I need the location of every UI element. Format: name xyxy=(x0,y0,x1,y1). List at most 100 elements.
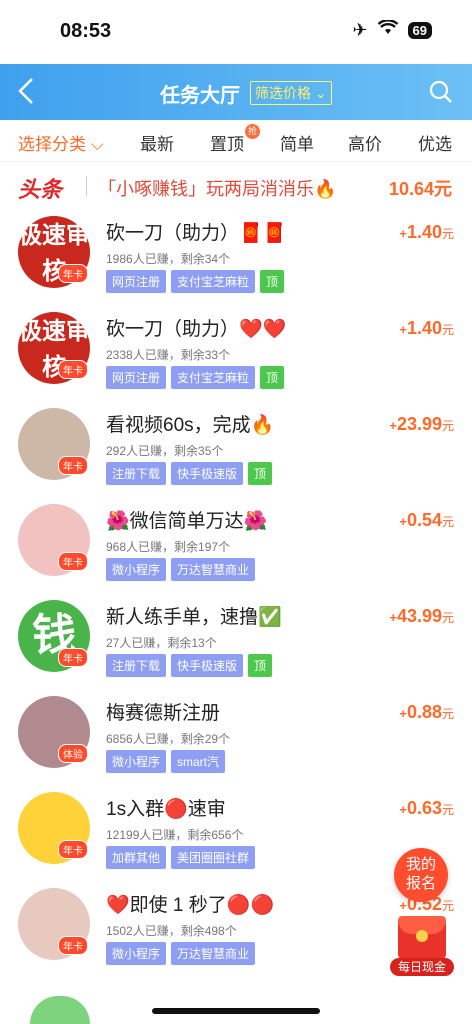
task-item[interactable]: 钱年卡 新人练手单，速撸✅ 27人已赚，剩余13个 注册下载 快手极速版顶 +43.99元 xyxy=(0,592,472,688)
price-prefix: + xyxy=(399,802,407,817)
task-stats: 968人已赚，剩余197个 xyxy=(106,540,231,554)
task-tag: 快手极速版 xyxy=(171,654,244,677)
tab-simple[interactable]: 简单 xyxy=(280,130,314,155)
price-prefix: + xyxy=(399,226,407,241)
avatar-badge: 年卡 xyxy=(58,264,88,283)
tab-category-select[interactable]: 选择分类 ⌵ xyxy=(18,130,104,155)
task-name: 新人练手单，速撸✅ xyxy=(106,607,282,628)
task-stats: 2338人已赚，剩余33个 xyxy=(106,348,231,362)
my-signup-button[interactable]: 我的报名 xyxy=(394,848,448,902)
task-tags: 网页注册 支付宝芝麻粒顶 xyxy=(106,366,285,389)
avatar-badge: 年卡 xyxy=(58,552,88,571)
headline-text: 「小啄赚钱」玩两局消消乐🔥 xyxy=(98,179,337,199)
price-unit: 元 xyxy=(441,707,454,721)
task-name: 1s入群🔴速审 xyxy=(106,799,226,820)
task-price: +0.88元 xyxy=(399,702,454,723)
price-prefix: + xyxy=(399,706,407,721)
task-tag: 支付宝芝麻粒 xyxy=(171,366,256,389)
pinned-tag: 顶 xyxy=(260,270,285,293)
status-icons: ✈ 69 xyxy=(352,19,432,41)
task-stats: 1986人已赚，剩余34个 xyxy=(106,252,231,266)
price-value: 1.40 xyxy=(406,318,442,338)
task-tag: 万达智慧商业 xyxy=(171,942,256,965)
back-icon[interactable] xyxy=(16,76,42,106)
price-filter-label: 筛选价格 xyxy=(255,85,311,101)
avatar-badge: 年卡 xyxy=(58,456,88,475)
home-indicator[interactable] xyxy=(152,1008,320,1014)
price-prefix: + xyxy=(399,898,407,913)
status-time: 08:53 xyxy=(60,20,112,42)
task-stats: 6856人已赚，剩余29个 xyxy=(106,732,231,746)
task-item[interactable]: 极速审核 年卡 砍一刀（助力）❤️❤️ 2338人已赚，剩余33个 网页注册 支付宝芝麻粒… xyxy=(0,304,472,400)
daily-cash-button[interactable]: 每日现金 xyxy=(390,916,454,978)
task-name: 🌺微信简单万达🌺 xyxy=(106,511,268,532)
price-prefix: + xyxy=(389,610,397,625)
task-price: +1.40元 xyxy=(399,222,454,243)
airplane-icon: ✈ xyxy=(352,20,368,40)
tab-preferred[interactable]: 优选 xyxy=(418,130,452,155)
price-prefix: + xyxy=(399,514,407,529)
task-tag: 注册下载 xyxy=(106,654,167,677)
task-tags: 注册下载 快手极速版顶 xyxy=(106,462,273,485)
task-tag: 加群其他 xyxy=(106,846,167,869)
headline-tag: 头条 xyxy=(18,177,63,202)
chevron-down-icon: ⌄ xyxy=(314,85,327,101)
task-tag: 微小程序 xyxy=(106,558,167,581)
task-name: 砍一刀（助力）🧧🧧 xyxy=(106,223,287,244)
nav-header: 任务大厅 筛选价格 ⌄ xyxy=(0,64,472,120)
task-tag: smart汽 xyxy=(171,750,226,773)
task-stats: 292人已赚，剩余35个 xyxy=(106,444,224,458)
battery-indicator: 69 xyxy=(407,22,432,39)
price-value: 0.54 xyxy=(406,510,442,530)
task-tag: 微小程序 xyxy=(106,942,167,965)
task-price: +1.40元 xyxy=(399,318,454,339)
price-prefix: + xyxy=(389,418,397,433)
price-value: 0.88 xyxy=(406,702,442,722)
pinned-badge: 抢 xyxy=(245,124,260,139)
price-prefix: + xyxy=(399,322,407,337)
next-item-peek xyxy=(30,996,90,1024)
price-value: 0.63 xyxy=(406,798,442,818)
task-tag: 网页注册 xyxy=(106,270,167,293)
avatar-badge: 年卡 xyxy=(58,936,88,955)
avatar-badge: 年卡 xyxy=(58,840,88,859)
task-tag: 注册下载 xyxy=(106,462,167,485)
avatar-badge: 体验 xyxy=(58,744,88,763)
price-unit: 元 xyxy=(441,611,454,625)
task-tags: 微小程序 万达智慧商业 xyxy=(106,558,256,581)
price-value: 23.99 xyxy=(396,414,442,434)
headline-banner[interactable]: 头条 「小啄赚钱」玩两局消消乐🔥 10.64元 xyxy=(0,166,472,206)
task-name: ❤️即使 1 秒了🔴🔴 xyxy=(106,895,275,916)
page-title: 任务大厅 xyxy=(160,85,240,107)
task-item[interactable]: 体验 梅赛德斯注册 6856人已赚，剩余29个 微小程序 smart汽 +0.88元 xyxy=(0,688,472,784)
price-value: 1.40 xyxy=(406,222,442,242)
task-item[interactable]: 年卡 🌺微信简单万达🌺 968人已赚，剩余197个微小程序 万达智慧商业 +0.54元 xyxy=(0,496,472,592)
pinned-tag: 顶 xyxy=(260,366,285,389)
price-unit: 元 xyxy=(441,419,454,433)
search-icon[interactable] xyxy=(428,79,454,105)
tab-high-price[interactable]: 高价 xyxy=(348,130,382,155)
tab-latest[interactable]: 最新 xyxy=(140,130,174,155)
task-stats: 27人已赚，剩余13个 xyxy=(106,636,217,650)
price-filter-button[interactable]: 筛选价格 ⌄ xyxy=(250,81,332,105)
chevron-down-icon: ⌵ xyxy=(86,135,104,154)
headline-price: 10.64元 xyxy=(388,179,452,199)
status-bar: 08:53 ✈ 69 xyxy=(0,0,472,64)
task-tags: 微小程序 万达智慧商业 xyxy=(106,942,256,965)
task-price: +0.54元 xyxy=(399,510,454,531)
tab-pinned[interactable]: 置顶 xyxy=(210,130,244,155)
task-tag: 万达智慧商业 xyxy=(171,558,256,581)
task-name: 砍一刀（助力）❤️❤️ xyxy=(106,319,287,340)
task-price: +43.99元 xyxy=(389,606,454,627)
task-price: +0.63元 xyxy=(399,798,454,819)
task-stats: 1502人已赚，剩余498个 xyxy=(106,924,237,938)
task-item[interactable]: 极速审核 年卡 砍一刀（助力）🧧🧧 1986人已赚，剩余34个 网页注册 支付宝芝麻粒顶 +… xyxy=(0,208,472,304)
task-item[interactable]: 年卡 看视频60s，完成🔥 292人已赚，剩余35个 注册下载 快手极速版顶 +23.99… xyxy=(0,400,472,496)
price-unit: 元 xyxy=(441,803,454,817)
price-unit: 元 xyxy=(441,899,454,913)
task-name: 梅赛德斯注册 xyxy=(106,703,221,724)
wifi-icon xyxy=(377,19,398,41)
price-unit: 元 xyxy=(441,227,454,241)
avatar-badge: 年卡 xyxy=(58,360,88,379)
task-tags: 注册下载 快手极速版顶 xyxy=(106,654,273,677)
